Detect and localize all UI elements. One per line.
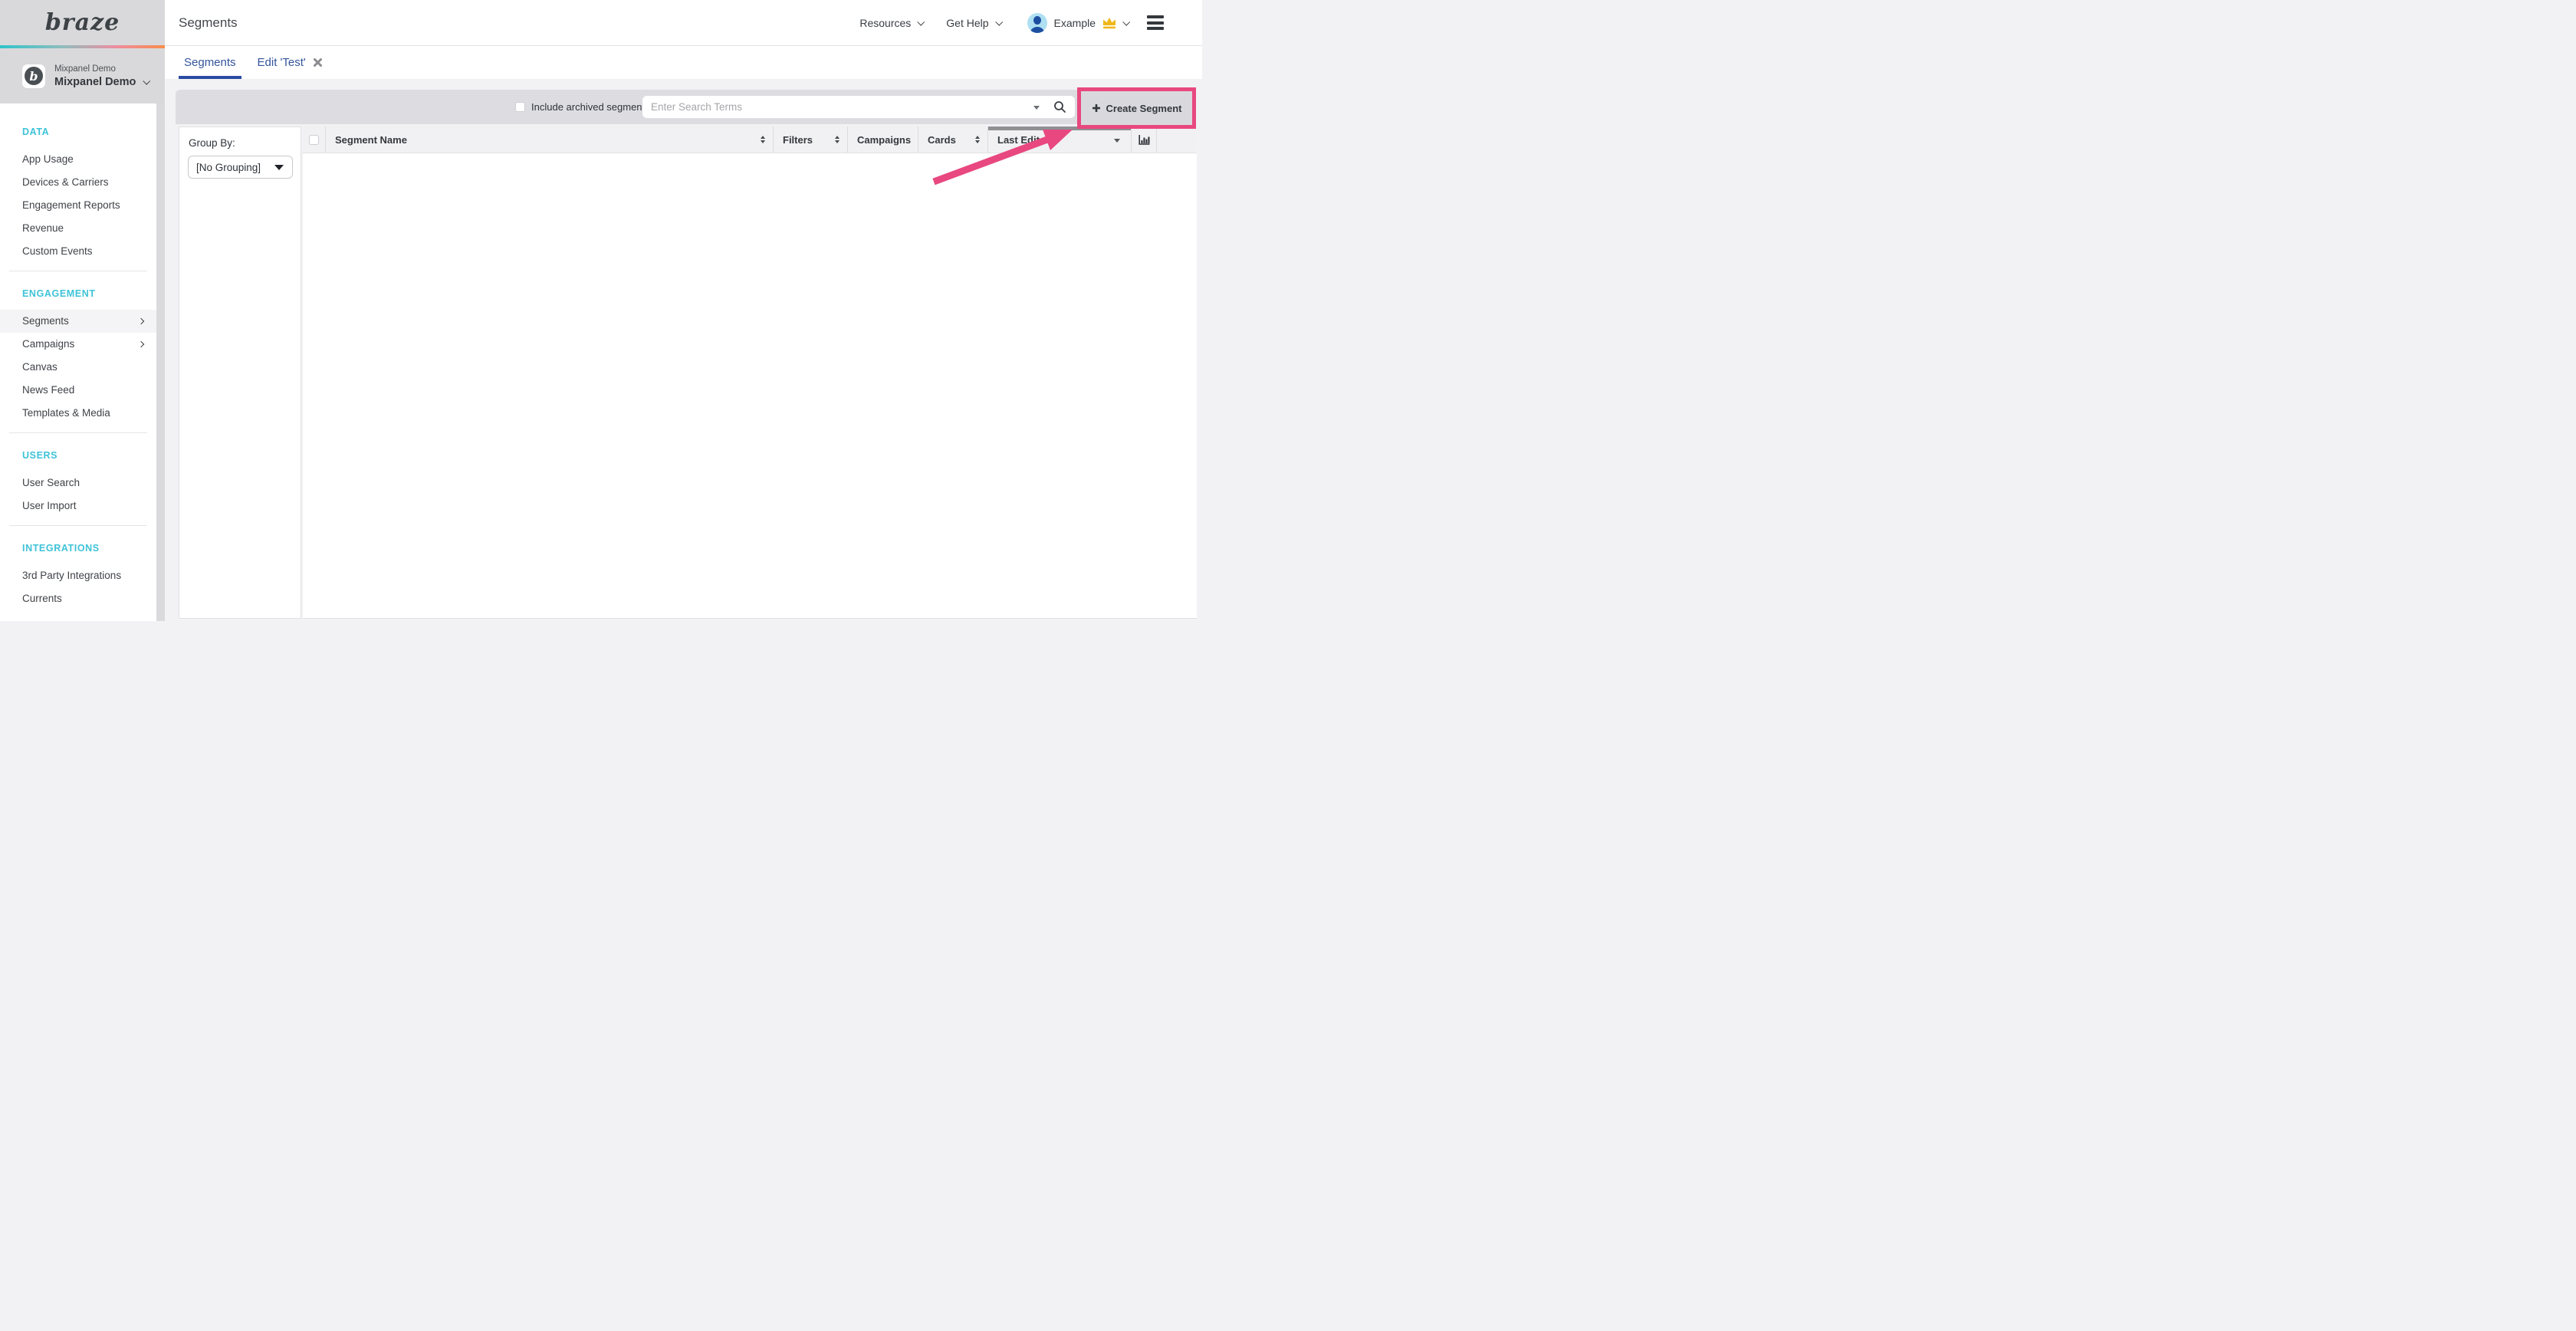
sort-icon[interactable] — [761, 136, 765, 143]
column-last-edited[interactable]: Last Edited — [988, 127, 1132, 153]
tab-edit-test[interactable]: Edit 'Test' — [252, 46, 327, 79]
search-icon[interactable] — [1053, 100, 1066, 117]
include-archived-checkbox[interactable] — [515, 102, 525, 112]
chevron-down-icon — [995, 18, 1003, 26]
header-checkbox-cell — [303, 127, 326, 153]
chevron-right-icon — [138, 318, 144, 324]
main-area: Segments Resources Get Help Example — [165, 0, 1202, 621]
avatar[interactable] — [1027, 13, 1047, 33]
column-spacer — [1157, 127, 1197, 153]
chevron-down-icon[interactable] — [1122, 18, 1130, 26]
sidebar-nav: DATA App Usage Devices & Carriers Engage… — [0, 104, 156, 610]
sidebar-item-revenue[interactable]: Revenue — [0, 217, 156, 240]
create-segment-button[interactable]: Create Segment — [1081, 91, 1192, 125]
workspace-switcher[interactable]: b Mixpanel Demo Mixpanel Demo — [0, 48, 165, 104]
chevron-right-icon — [138, 341, 144, 347]
sidebar-item-segments[interactable]: Segments — [0, 310, 156, 333]
resources-menu[interactable]: Resources — [859, 17, 923, 29]
table-header-row: Segment Name Filters Campaigns Cards Las… — [303, 127, 1197, 153]
sidebar-section-data: DATA — [0, 127, 156, 138]
group-by-panel: Group By: [No Grouping] — [179, 127, 301, 619]
user-name: Example — [1054, 17, 1096, 29]
workspace-name: Mixpanel Demo — [54, 76, 136, 88]
sidebar-item-campaigns[interactable]: Campaigns — [0, 333, 156, 356]
sidebar: braze b Mixpanel Demo Mixpanel Demo DATA… — [0, 0, 165, 621]
sidebar-item-engagement-reports[interactable]: Engagement Reports — [0, 194, 156, 217]
close-icon[interactable] — [314, 58, 322, 67]
sidebar-item-3rd-party-integrations[interactable]: 3rd Party Integrations — [0, 564, 156, 587]
dropdown-triangle-icon — [274, 165, 284, 170]
bar-chart-icon — [1138, 134, 1151, 146]
annotation-highlight-box: Create Segment — [1077, 87, 1196, 129]
group-by-select[interactable]: [No Grouping] — [188, 156, 293, 179]
sidebar-section-integrations: INTEGRATIONS — [0, 543, 156, 554]
workspace-type: Mixpanel Demo — [54, 64, 149, 74]
sidebar-item-user-search[interactable]: User Search — [0, 472, 156, 495]
braze-dashboard: braze b Mixpanel Demo Mixpanel Demo DATA… — [0, 0, 1202, 621]
segments-table: Segment Name Filters Campaigns Cards Las… — [303, 127, 1197, 619]
sort-icon[interactable] — [975, 136, 980, 143]
chevron-down-icon — [143, 77, 151, 85]
sidebar-item-canvas[interactable]: Canvas — [0, 356, 156, 379]
sort-icon[interactable] — [835, 136, 840, 143]
workspace-monogram-icon: b — [25, 67, 43, 85]
column-analytics[interactable] — [1132, 127, 1157, 153]
search-input[interactable] — [642, 96, 1018, 118]
get-help-menu[interactable]: Get Help — [946, 17, 1001, 29]
sidebar-item-devices-carriers[interactable]: Devices & Carriers — [0, 171, 156, 194]
sidebar-item-custom-events[interactable]: Custom Events — [0, 240, 156, 263]
sidebar-logo-area: braze — [0, 0, 165, 45]
page-title: Segments — [179, 15, 238, 31]
search-dropdown-caret-icon[interactable] — [1033, 106, 1040, 110]
sort-desc-icon[interactable] — [1114, 139, 1120, 143]
top-bar: Segments Resources Get Help Example — [165, 0, 1202, 46]
plus-icon — [1092, 104, 1101, 113]
column-segment-name[interactable]: Segment Name — [326, 127, 774, 153]
select-all-checkbox[interactable] — [309, 135, 319, 145]
workspace-icon: b — [22, 64, 45, 88]
tab-segments[interactable]: Segments — [179, 46, 242, 79]
sidebar-section-users: USERS — [0, 450, 156, 462]
include-archived-label: Include archived segments — [531, 90, 650, 124]
search-box — [642, 96, 1075, 118]
sidebar-item-app-usage[interactable]: App Usage — [0, 148, 156, 171]
column-campaigns[interactable]: Campaigns — [848, 127, 918, 153]
column-filters[interactable]: Filters — [774, 127, 848, 153]
chevron-down-icon — [918, 18, 925, 26]
segments-toolbar: Include archived segments — [176, 90, 1193, 124]
sidebar-item-currents[interactable]: Currents — [0, 587, 156, 610]
tab-bar: Segments Edit 'Test' — [165, 46, 1202, 79]
sidebar-item-templates-media[interactable]: Templates & Media — [0, 402, 156, 425]
crown-icon — [1102, 16, 1117, 29]
group-by-label: Group By: — [189, 137, 301, 149]
sidebar-item-user-import[interactable]: User Import — [0, 495, 156, 518]
braze-logo: braze — [45, 9, 120, 36]
sidebar-section-engagement: ENGAGEMENT — [0, 288, 156, 300]
sidebar-item-news-feed[interactable]: News Feed — [0, 379, 156, 402]
hamburger-menu-icon[interactable] — [1147, 15, 1164, 30]
column-cards[interactable]: Cards — [918, 127, 988, 153]
sidebar-scrollbar[interactable] — [156, 104, 165, 621]
group-by-value: [No Grouping] — [189, 162, 261, 173]
